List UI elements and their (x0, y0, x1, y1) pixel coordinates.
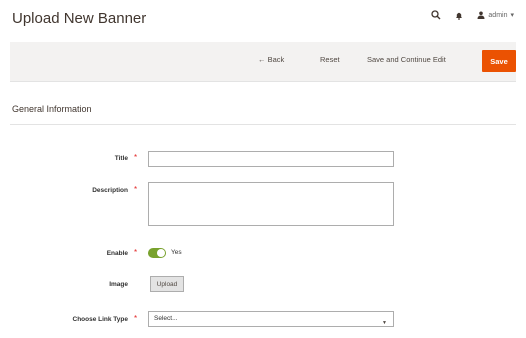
save-button[interactable]: Save (482, 50, 516, 72)
user-icon (477, 11, 485, 19)
link-type-label: Choose Link Type (72, 316, 129, 323)
enable-toggle[interactable] (148, 248, 166, 258)
required-marker: * (134, 248, 138, 257)
upload-button[interactable]: Upload (150, 276, 184, 292)
bell-icon[interactable] (455, 11, 463, 20)
description-textarea[interactable] (148, 182, 394, 226)
admin-user-menu[interactable]: admin ▾ (477, 11, 514, 19)
save-continue-button[interactable]: Save and Continue Edit (367, 55, 446, 64)
title-input[interactable] (148, 151, 394, 167)
arrow-left-icon: ← (258, 55, 266, 64)
description-label: Description (92, 187, 128, 194)
section-title: General Information (12, 104, 92, 114)
title-label: Title (114, 155, 128, 162)
back-button[interactable]: ← Back (258, 55, 284, 64)
link-type-selected: Select... (154, 315, 178, 322)
chevron-down-icon: ▼ (382, 320, 387, 326)
admin-username: admin (488, 11, 508, 19)
link-type-select[interactable]: Select... ▼ (148, 311, 394, 327)
required-marker: * (134, 185, 138, 194)
required-marker: * (134, 314, 138, 323)
reset-button[interactable]: Reset (320, 55, 340, 64)
required-marker: * (134, 153, 138, 162)
header-tools: admin ▾ (431, 10, 514, 20)
page-actions-bar: ← Back Reset Save and Continue Edit Save (10, 42, 516, 82)
enable-label: Enable (106, 250, 128, 257)
chevron-down-icon: ▾ (510, 12, 514, 19)
enable-value: Yes (171, 249, 182, 256)
section-divider (10, 124, 516, 125)
toggle-knob (157, 249, 165, 257)
image-label: Image (109, 281, 128, 288)
search-icon[interactable] (431, 10, 441, 20)
page-title: Upload New Banner (12, 10, 147, 27)
